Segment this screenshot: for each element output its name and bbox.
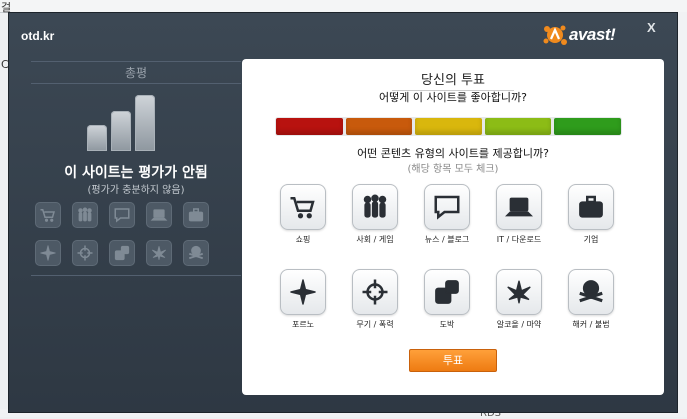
dice-icon <box>424 269 470 315</box>
divider <box>31 275 241 276</box>
category-label: 뉴스 / 블로그 <box>424 235 470 244</box>
close-button[interactable]: X <box>647 20 656 35</box>
background-scroll-region <box>677 12 687 417</box>
category-it-download[interactable]: IT / 다운로드 <box>490 184 548 245</box>
skull-icon <box>568 269 614 315</box>
star-icon <box>35 240 61 266</box>
vote-panel: 당신의 투표 어떻게 이 사이트를 좋아합니까? 어떤 콘텐츠 유형의 사이트를… <box>242 59 664 395</box>
content-question-hint: (해당 항목 모두 체크) <box>407 164 499 175</box>
category-social-gaming[interactable]: 사회 / 게임 <box>346 184 404 245</box>
rating-option-3[interactable] <box>415 118 482 135</box>
category-label: 사회 / 게임 <box>356 235 394 244</box>
briefcase-icon <box>568 184 614 230</box>
category-label: 알코올 / 마약 <box>496 320 542 329</box>
skull-icon <box>183 240 209 266</box>
laptop-icon <box>146 202 172 228</box>
laptop-icon <box>496 184 542 230</box>
rating-option-1[interactable] <box>276 118 343 135</box>
vote-title: 당신의 투표 <box>392 69 514 91</box>
people-icon <box>72 202 98 228</box>
cart-icon <box>280 184 326 230</box>
category-weapons-violence[interactable]: 무기 / 폭력 <box>346 269 404 330</box>
category-news-blog[interactable]: 뉴스 / 블로그 <box>418 184 476 245</box>
avast-rating-popup: otd.kr avast! X 총평 이 사이트는 평가가 안됨 (평가가 충분… <box>8 12 678 413</box>
site-name: otd.kr <box>21 29 55 43</box>
avast-brand-text: avast! <box>569 25 616 44</box>
category-label: 해커 / 불법 <box>572 320 610 329</box>
cart-icon <box>35 202 61 228</box>
category-label: 쇼핑 <box>295 235 311 244</box>
category-label: 포르노 <box>291 320 315 329</box>
category-label: IT / 다운로드 <box>496 235 542 244</box>
rating-option-2[interactable] <box>345 118 413 135</box>
rating-bars-icon <box>87 93 167 151</box>
category-alcohol-drugs[interactable]: 알코올 / 마약 <box>490 269 548 330</box>
vote-question: 어떻게 이 사이트를 좋아합니까? <box>379 91 527 104</box>
category-shopping[interactable]: 쇼핑 <box>274 184 332 245</box>
dice-icon <box>109 240 135 266</box>
summary-title: 총평 <box>31 61 241 84</box>
category-label: 무기 / 폭력 <box>356 320 394 329</box>
category-label: 도박 <box>439 320 455 329</box>
category-label: 기업 <box>583 235 599 244</box>
leaf-icon <box>496 269 542 315</box>
leaf-icon <box>146 240 172 266</box>
speech-icon <box>424 184 470 230</box>
rating-status-sub: (평가가 충분하지 않음) <box>87 185 185 196</box>
rating-status: 이 사이트는 평가가 안됨 <box>64 165 208 181</box>
crosshair-icon <box>72 240 98 266</box>
category-porn[interactable]: 포르노 <box>274 269 332 330</box>
avast-logo-icon <box>543 25 567 45</box>
briefcase-icon <box>183 202 209 228</box>
avast-logo: avast! <box>543 23 616 47</box>
category-business[interactable]: 기업 <box>562 184 620 245</box>
rating-option-4[interactable] <box>484 118 552 135</box>
vote-submit-button[interactable]: 투표 <box>409 349 497 372</box>
category-gambling[interactable]: 도박 <box>418 269 476 330</box>
star-icon <box>280 269 326 315</box>
people-icon <box>352 184 398 230</box>
crosshair-icon <box>352 269 398 315</box>
rating-color-bar <box>275 117 622 136</box>
category-hacker-illegal[interactable]: 해커 / 불법 <box>562 269 620 330</box>
content-question: 어떤 콘텐츠 유형의 사이트를 제공합니까? <box>357 147 549 160</box>
speech-icon <box>109 202 135 228</box>
rating-option-5[interactable] <box>554 118 621 135</box>
